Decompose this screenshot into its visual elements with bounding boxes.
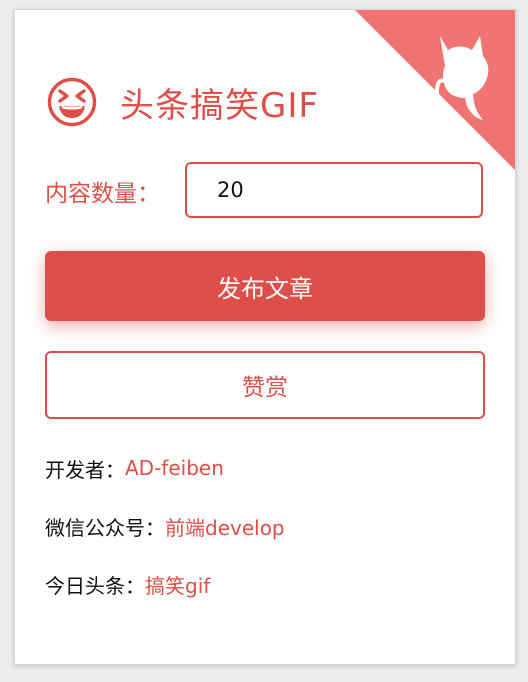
content-count-label: 内容数量： bbox=[45, 181, 160, 207]
developer-label: 开发者： bbox=[45, 457, 125, 482]
developer-link[interactable]: AD-feiben bbox=[125, 456, 224, 480]
reward-button[interactable]: 赞赏 bbox=[45, 351, 485, 419]
grinning-squint-emoji-icon bbox=[47, 77, 97, 127]
content-count-input[interactable] bbox=[185, 162, 483, 218]
extension-popup: 头条搞笑GIF 内容数量： 发布文章 赞赏 开发者： AD-feiben 微信公… bbox=[14, 9, 516, 665]
developer-row: 开发者： AD-feiben bbox=[45, 453, 224, 483]
toutiao-label: 今日头条： bbox=[45, 573, 145, 598]
header: 头条搞笑GIF bbox=[46, 72, 319, 132]
github-corner-link[interactable] bbox=[355, 10, 515, 170]
wechat-row: 微信公众号： 前端develop bbox=[45, 511, 285, 541]
publish-article-button[interactable]: 发布文章 bbox=[45, 251, 485, 321]
wechat-link[interactable]: 前端develop bbox=[165, 512, 285, 541]
wechat-label: 微信公众号： bbox=[45, 515, 165, 540]
toutiao-row: 今日头条： 搞笑gif bbox=[45, 569, 210, 599]
content-count-row: 内容数量： bbox=[45, 162, 485, 220]
toutiao-link[interactable]: 搞笑gif bbox=[145, 570, 210, 599]
app-title: 头条搞笑GIF bbox=[120, 85, 319, 126]
